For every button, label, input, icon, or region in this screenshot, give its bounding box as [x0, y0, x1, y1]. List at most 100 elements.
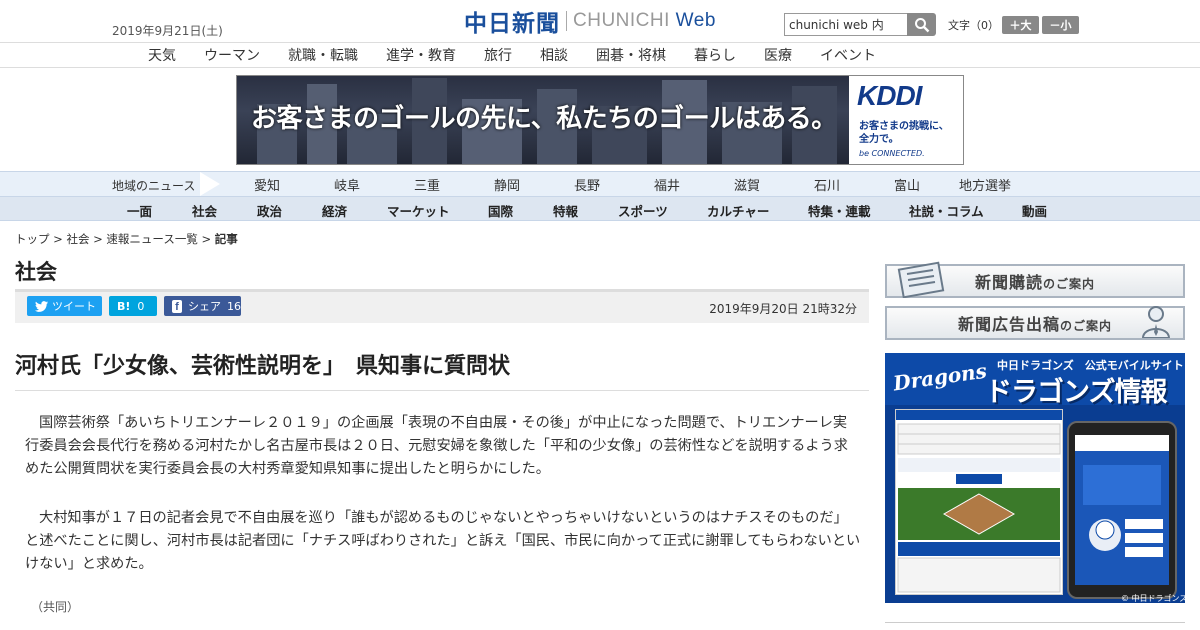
logo-en-b: Web	[675, 10, 716, 31]
ad-brand-panel: KDDI お客さまの挑戦に、 全力で。 be CONNECTED.	[849, 76, 963, 164]
breadcrumb-link[interactable]: トップ	[15, 232, 50, 246]
article-headline: 河村氏「少女像、芸術性説明を」 県知事に質問状	[15, 354, 511, 379]
category-nav-item[interactable]: 相談	[540, 45, 568, 65]
tweet-label: ツイート	[52, 300, 96, 313]
main-nav-item[interactable]: 特報	[553, 201, 578, 220]
breadcrumb-separator: >	[49, 232, 67, 246]
facebook-share-count: 16	[227, 299, 241, 313]
region-nav-item[interactable]: 三重	[414, 175, 440, 194]
main-nav-item[interactable]: 経済	[322, 201, 347, 220]
article-credit: （共同）	[31, 600, 80, 614]
person-icon	[1141, 306, 1171, 338]
breadcrumb-separator: >	[89, 232, 107, 246]
region-nav-label: 地域のニュース	[112, 179, 196, 193]
ad-tagline-2: 全力で。	[859, 134, 899, 145]
current-date: 2019年9月21日(土)	[112, 24, 223, 38]
category-nav-item[interactable]: イベント	[820, 45, 876, 65]
subscribe-label: 新聞購読のご案内	[975, 269, 1095, 293]
logo-jp: 中日新聞	[464, 10, 560, 37]
ad-tagline-1: お客さまの挑戦に、	[859, 121, 949, 132]
subscribe-sub: のご案内	[1043, 277, 1096, 291]
dragons-copyright: © 中日ドラゴンズ	[1121, 594, 1185, 603]
search-icon	[914, 17, 929, 32]
share-bar: ツイート B! 0 f シェア 16 2019年9月20日 21時32分	[15, 289, 869, 323]
font-smaller-button[interactable]: －小	[1042, 16, 1079, 34]
breadcrumb-current: 記事	[214, 232, 238, 246]
advertise-main: 新聞広告出稿	[957, 315, 1060, 334]
font-size-label: 文字（0）	[948, 19, 999, 32]
region-nav-item[interactable]: 富山	[894, 175, 920, 194]
main-nav: 一面 社会 政治 経済 マーケット 国際 特報 スポーツ カルチャー 特集・連載…	[0, 197, 1200, 221]
facebook-icon: f	[172, 299, 182, 313]
region-nav-item[interactable]: 岐阜	[334, 175, 360, 194]
region-nav-item[interactable]: 滋賀	[734, 175, 760, 194]
site-logo[interactable]: 中日新聞 CHUNICHI Web	[464, 8, 716, 37]
ad-be-connected: be CONNECTED.	[859, 149, 925, 158]
main-nav-item[interactable]: カルチャー	[707, 201, 769, 220]
category-nav-item[interactable]: 暮らし	[694, 45, 736, 65]
article-paragraph: 国際芸術祭「あいちトリエンナーレ２０１９」の企画展「表現の不自由展・その後」が中…	[25, 415, 848, 477]
sidebar-divider	[885, 622, 1185, 623]
category-nav-item[interactable]: 医療	[764, 45, 792, 65]
category-nav-item[interactable]: 天気	[148, 45, 176, 65]
region-nav-arrow	[200, 172, 220, 196]
main-nav-item[interactable]: 社説・コラム	[909, 201, 984, 220]
search-input[interactable]	[784, 13, 908, 36]
subscribe-main: 新聞購読	[974, 273, 1043, 292]
region-nav-item[interactable]: 地方選挙	[959, 175, 1011, 194]
region-nav-item[interactable]: 愛知	[254, 175, 280, 194]
search-button[interactable]	[907, 13, 936, 36]
dragons-scoreboard-screenshot	[895, 409, 1063, 595]
subscribe-banner[interactable]: 新聞購読のご案内	[885, 261, 1185, 298]
region-nav: 地域のニュース 愛知 岐阜 三重 静岡 長野 福井 滋賀 石川 富山 地方選挙	[0, 171, 1200, 197]
advertise-banner[interactable]: 新聞広告出稿のご案内	[885, 306, 1185, 340]
section-title: 社会	[15, 260, 57, 284]
category-nav-item[interactable]: 囲碁・将棋	[596, 45, 666, 65]
main-nav-item[interactable]: 政治	[257, 201, 282, 220]
dragons-phone-illustration	[1067, 421, 1177, 599]
logo-en-a: CHUNICHI	[573, 10, 676, 31]
logo-divider	[566, 11, 567, 31]
advertise-sub: のご案内	[1060, 319, 1113, 333]
category-nav-item[interactable]: 進学・教育	[386, 45, 456, 65]
top-bar: 2019年9月21日(土) 中日新聞 CHUNICHI Web 文字（0） ＋大…	[0, 0, 1200, 43]
breadcrumb-link[interactable]: 速報ニュース一覧	[106, 232, 197, 246]
dragons-mobile-banner[interactable]: Dragons 中日ドラゴンズ 公式モバイルサイト ドラゴンズ情報 © 中日ドラ…	[885, 353, 1185, 603]
logo-en: CHUNICHI Web	[573, 10, 716, 32]
headline-divider	[15, 390, 869, 391]
advertise-label: 新聞広告出稿のご案内	[958, 311, 1112, 335]
facebook-share-label: シェア	[188, 300, 221, 313]
breadcrumb-link[interactable]: 社会	[66, 232, 89, 246]
category-nav-item[interactable]: 旅行	[484, 45, 512, 65]
main-nav-item[interactable]: 社会	[192, 201, 217, 220]
tweet-button[interactable]: ツイート	[27, 296, 102, 316]
main-nav-item[interactable]: 動画	[1022, 201, 1047, 220]
region-nav-item[interactable]: 長野	[574, 175, 600, 194]
ad-banner[interactable]: お客さまのゴールの先に、私たちのゴールはある。 KDDI お客さまの挑戦に、 全力…	[236, 75, 964, 165]
ad-copy: お客さまのゴールの先に、私たちのゴールはある。	[251, 104, 837, 134]
published-date: 2019年9月20日 21時32分	[709, 302, 857, 316]
region-nav-item[interactable]: 石川	[814, 175, 840, 194]
twitter-icon	[35, 300, 48, 312]
category-nav-item[interactable]: 就職・転職	[288, 45, 358, 65]
main-nav-item[interactable]: 一面	[127, 201, 152, 220]
breadcrumb-separator: >	[197, 232, 215, 246]
article-paragraph: 大村知事が１７日の記者会見で不自由展を巡り「誰もが認めるものじゃないとやっちゃい…	[25, 510, 861, 572]
font-bigger-button[interactable]: ＋大	[1002, 16, 1039, 34]
dragons-title: ドラゴンズ情報	[985, 377, 1167, 408]
breadcrumb: トップ > 社会 > 速報ニュース一覧 > 記事	[15, 231, 238, 247]
main-nav-item[interactable]: スポーツ	[618, 201, 668, 220]
kddi-logo: KDDI	[857, 80, 922, 111]
category-nav: 天気 ウーマン 就職・転職 進学・教育 旅行 相談 囲碁・将棋 暮らし 医療 イ…	[0, 43, 1200, 68]
hatena-count: 0	[137, 299, 145, 313]
region-nav-label-box: 地域のニュース	[0, 172, 224, 196]
main-nav-item[interactable]: マーケット	[387, 201, 450, 220]
region-nav-item[interactable]: 福井	[654, 175, 680, 194]
main-nav-item[interactable]: 国際	[488, 201, 513, 220]
ad-tagline: お客さまの挑戦に、 全力で。	[859, 120, 949, 146]
hatena-button[interactable]: B! 0	[109, 296, 157, 316]
facebook-share-button[interactable]: f シェア 16	[164, 296, 241, 316]
main-nav-item[interactable]: 特集・連載	[808, 201, 871, 220]
category-nav-item[interactable]: ウーマン	[204, 45, 260, 65]
region-nav-item[interactable]: 静岡	[494, 175, 520, 194]
